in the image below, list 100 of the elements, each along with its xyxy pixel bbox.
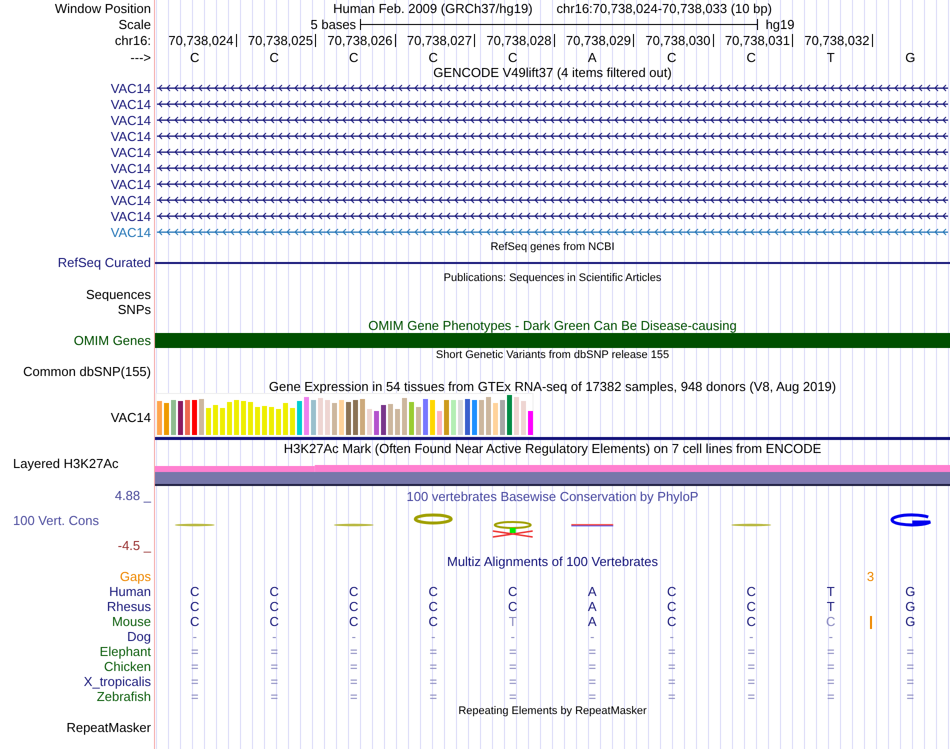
track-label[interactable]: Dog (127, 630, 151, 643)
base-letter: = (588, 645, 596, 658)
base-letter: = (270, 675, 278, 688)
track-label[interactable]: Mouse (112, 615, 151, 628)
base-letter: - (908, 630, 912, 643)
conservation-logo-drawing (731, 524, 772, 526)
base-letter: = (906, 675, 914, 688)
conservation-logo-drawing (890, 513, 932, 526)
conservation-logo-drawing (174, 524, 215, 526)
track-title: Short Genetic Variants from dbSNP release 155 (436, 350, 670, 361)
base-letter: G (905, 615, 916, 628)
base-letter: T (508, 615, 517, 628)
track-label[interactable]: VAC14 (110, 162, 151, 174)
base-letter: C (667, 615, 676, 628)
base-letter: = (588, 690, 596, 703)
track-label[interactable]: VAC14 (110, 130, 151, 142)
base-letter: C (190, 615, 200, 628)
base-letter: = (508, 660, 517, 673)
base-letter: = (508, 675, 517, 688)
track-label[interactable]: SNPs (118, 302, 151, 316)
base-letter: = (826, 675, 835, 688)
coordinate-label: 70,738,027 (406, 34, 475, 47)
track-label[interactable]: Layered H3K27Ac (13, 457, 119, 470)
track-label[interactable]: Sequences (86, 288, 151, 300)
base-letter: - (352, 630, 356, 643)
base-letter: - (510, 630, 515, 643)
track-label[interactable]: VAC14 (110, 146, 151, 158)
base-letter: = (429, 645, 438, 658)
track-title: OMIM Gene Phenotypes - Dark Green Can Be Disease-causing (368, 318, 737, 332)
base-letter: = (270, 660, 278, 673)
base-letter: = (429, 690, 438, 703)
base-letter: G (905, 585, 916, 598)
base-letter: G (905, 600, 916, 613)
base-letter: C (190, 585, 200, 598)
track-label[interactable]: Chicken (104, 660, 151, 673)
base-letter: - (590, 630, 594, 643)
base-letter: = (588, 660, 596, 673)
base-letter: C (667, 50, 676, 64)
base-letter: = (429, 660, 438, 673)
track-title: H3K27Ac Mark (Often Found Near Active Regulatory Elements) on 7 cell lines from ENCODE (284, 442, 822, 454)
track-title: Repeating Elements by RepeatMasker (458, 706, 647, 717)
track-label[interactable]: RefSeq Curated (58, 256, 151, 269)
base-letter: C (508, 50, 518, 64)
track-label[interactable]: 100 Vert. Cons (0, 514, 99, 527)
base-letter: C (270, 615, 279, 628)
track-label: ---> (130, 50, 151, 64)
base-letter: = (508, 690, 517, 703)
track-label: chr16: (114, 34, 151, 47)
base-letter: C (270, 585, 279, 598)
track-label[interactable]: Zebrafish (96, 690, 151, 703)
track-label[interactable]: Elephant (100, 645, 151, 658)
expression-bars-drawing[interactable] (155, 393, 535, 437)
track-label[interactable]: RepeatMasker (66, 720, 151, 734)
position-range-text: chr16:70,738,024-70,738,033 (10 bp) (556, 2, 772, 14)
track-label[interactable]: VAC14 (110, 114, 151, 126)
base-letter: = (350, 690, 358, 703)
coordinate-label: 70,738,025 (248, 34, 316, 47)
track-label[interactable]: OMIM Genes (74, 334, 151, 347)
base-letter: = (747, 690, 756, 703)
base-letter: C (826, 615, 836, 628)
assembly-text: Human Feb. 2009 (GRCh37/hg19) (333, 2, 533, 14)
track-label[interactable]: X_tropicalis (84, 675, 151, 688)
base-letter: T (826, 600, 835, 613)
base-letter: - (431, 630, 436, 643)
base-letter: = (190, 660, 199, 673)
track-title: RefSeq genes from NCBI (490, 242, 615, 253)
base-letter: C (349, 615, 358, 628)
track-label[interactable]: VAC14 (110, 194, 151, 206)
signal-track-drawing[interactable] (155, 465, 950, 486)
track-label[interactable]: VAC14 (110, 226, 151, 238)
conservation-logo-drawing (492, 521, 534, 538)
base-letter: C (190, 600, 200, 613)
track-label[interactable]: Common dbSNP(155) (23, 364, 151, 378)
base-letter: = (588, 675, 596, 688)
coordinate-label: 70,738,024 (168, 34, 236, 47)
gap-count: 3 (866, 570, 874, 583)
track-label: Scale (118, 18, 151, 30)
base-letter: G (905, 50, 916, 64)
base-letter: = (826, 690, 835, 703)
coordinate-label: 70,738,026 (327, 34, 396, 47)
base-letter: C (270, 50, 279, 64)
base-letter: T (826, 585, 835, 598)
track-label[interactable]: Human (109, 585, 151, 598)
gene-line[interactable] (155, 262, 950, 264)
base-letter: C (746, 50, 756, 64)
track-label[interactable]: Rhesus (106, 600, 151, 613)
base-letter: = (508, 645, 517, 658)
base-letter: A (588, 600, 597, 613)
base-letter: C (190, 50, 200, 64)
track-label[interactable]: VAC14 (110, 210, 151, 222)
base-letter: - (828, 630, 833, 643)
track-label[interactable]: VAC14 (110, 82, 151, 94)
axis-label: 4.88 _ (114, 489, 151, 502)
track-label[interactable]: VAC14 (110, 410, 151, 424)
assembly-text: hg19 (766, 18, 794, 30)
track-label[interactable]: VAC14 (110, 178, 151, 190)
base-letter: - (272, 630, 276, 643)
track-label[interactable]: VAC14 (110, 98, 151, 110)
base-letter: = (270, 690, 278, 703)
base-letter: C (428, 50, 438, 64)
